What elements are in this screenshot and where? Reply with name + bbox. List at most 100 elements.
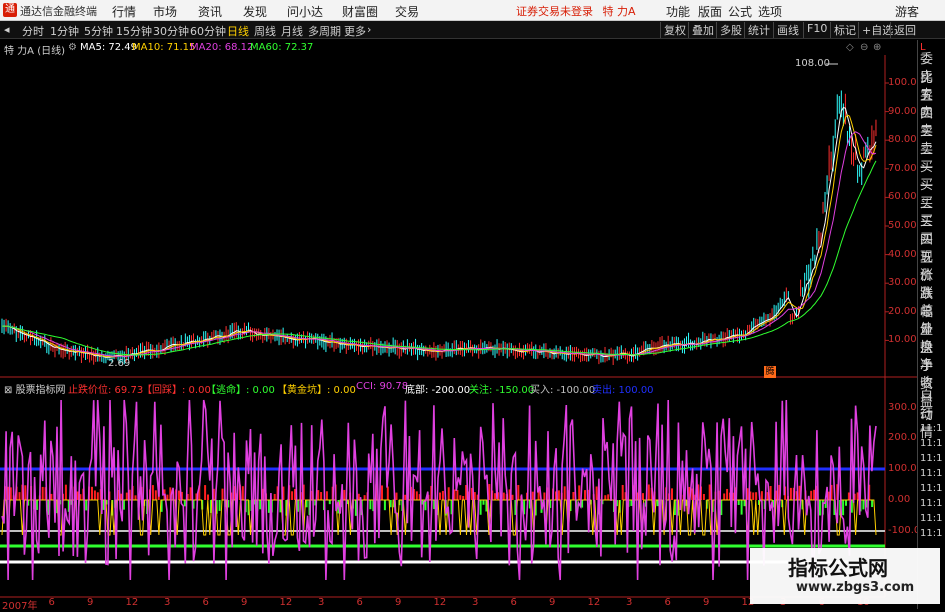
escape-bar (285, 500, 288, 516)
pullback-bar (653, 491, 656, 500)
period-tab-15min[interactable]: 15分钟 (116, 23, 152, 39)
pullback-bar (172, 491, 175, 500)
multi-stock-button[interactable]: 多股 (716, 22, 745, 38)
quote-panel-item[interactable]: 11:1 (920, 513, 942, 524)
pullback-bar (502, 492, 505, 500)
pullback-bar (236, 493, 238, 500)
pullback-bar (511, 494, 514, 500)
period-tab-more[interactable]: 更多 (344, 23, 366, 39)
ind-bottom: 底部: -200.00 (405, 385, 471, 396)
pullback-bar (784, 486, 787, 500)
quote-panel-item[interactable]: 11:1 (920, 483, 942, 494)
f10-button[interactable]: F10 (803, 22, 830, 38)
pullback-bar (44, 487, 47, 500)
period-tab-30min[interactable]: 30分钟 (153, 23, 189, 39)
menu-discover[interactable]: 发现 (243, 3, 267, 20)
period-tab-daily[interactable]: 日线 (227, 23, 249, 39)
pullback-bar (682, 494, 685, 500)
quote-panel-item[interactable]: 11:1 (920, 468, 942, 479)
ma20-value: MA20: 68.12 (190, 42, 254, 53)
period-tab-multi[interactable]: 多周期 (308, 23, 341, 39)
escape-bar (392, 500, 395, 508)
escape-bar (839, 500, 842, 516)
escape-bar (514, 500, 517, 515)
escape-bar (85, 500, 88, 511)
quote-panel-item[interactable]: 11:1 (920, 423, 942, 434)
zoom-in-icon[interactable]: ⊕ (873, 42, 881, 53)
pullback-bar (760, 491, 763, 500)
escape-bar (305, 500, 308, 508)
zoom-out-icon[interactable]: ⊖ (860, 42, 868, 53)
period-toolbar: ◂ 分时 1分钟 5分钟 15分钟 30分钟 60分钟 日线 周线 月线 多周期… (0, 21, 945, 39)
escape-bar (146, 500, 149, 515)
nav-left-icon[interactable]: ◂ (4, 23, 10, 36)
pullback-bar (276, 486, 279, 500)
settings-gear-icon[interactable]: ⚙ (68, 42, 77, 53)
event-marker[interactable]: 腾 (764, 366, 776, 378)
period-tab-intraday[interactable]: 分时 (22, 23, 44, 39)
period-tab-1min[interactable]: 1分钟 (50, 23, 79, 39)
mark-button[interactable]: 标记 (830, 22, 859, 38)
escape-bar (833, 500, 836, 515)
pullback-bar (668, 493, 671, 500)
draw-line-button[interactable]: 画线 (773, 22, 802, 38)
pullback-bar (427, 494, 430, 500)
login-status[interactable]: 证券交易未登录 特 力A (516, 3, 636, 19)
pullback-bar (647, 484, 650, 500)
escape-bar (111, 500, 114, 516)
quote-panel-item[interactable]: 11:1 (920, 498, 942, 509)
ind-pullback: 【回踩】: 0.00 (142, 385, 211, 396)
escape-bar (862, 500, 865, 510)
pullback-bar (508, 489, 511, 500)
indicator-tick-label: 0.00 (888, 494, 911, 505)
menu-formula[interactable]: 公式 (728, 3, 752, 20)
pullback-bar (381, 485, 383, 500)
quote-panel-item[interactable]: 11:1 (920, 453, 942, 464)
period-tab-5min[interactable]: 5分钟 (84, 23, 113, 39)
main-chart-header: 特 力A (日线) ⚙ MA5: 72.49 MA10: 71.15 MA20:… (0, 40, 885, 57)
adjust-button[interactable]: 复权 (660, 22, 689, 38)
back-button[interactable]: 返回 (890, 22, 919, 38)
ma60-line (1, 160, 877, 356)
escape-bar (314, 500, 317, 506)
pullback-bar (186, 493, 189, 500)
menu-trade[interactable]: 交易 (395, 3, 419, 20)
ma60-value: MA60: 72.37 (250, 42, 314, 53)
menu-ask[interactable]: 问小达 (287, 3, 323, 20)
escape-bar (569, 500, 572, 512)
pullback-bar (566, 490, 569, 500)
diamond-icon[interactable]: ◇ (846, 42, 854, 53)
overlay-button[interactable]: 叠加 (688, 22, 717, 38)
high-price-label: 108.00 (795, 58, 830, 69)
pullback-bar (6, 486, 9, 500)
quote-panel-item[interactable]: 11:1 (920, 438, 942, 449)
menu-news[interactable]: 资讯 (198, 3, 222, 20)
menu-quotes[interactable]: 行情 (112, 3, 136, 20)
pullback-bar (395, 492, 398, 500)
kline-chart (0, 55, 945, 598)
menu-options[interactable]: 选项 (758, 3, 782, 20)
time-tick-label: 2007年 (2, 601, 38, 612)
price-tick-label: 10.00 (888, 334, 917, 346)
period-tab-60min[interactable]: 60分钟 (190, 23, 226, 39)
menu-market[interactable]: 市场 (153, 3, 177, 20)
pullback-bar (221, 488, 224, 500)
escape-bar (114, 500, 117, 508)
pullback-bar (717, 490, 720, 500)
quote-panel-item[interactable]: 11:1 (920, 528, 942, 539)
quote-panel-item[interactable]: 行情 (920, 403, 945, 441)
period-tab-weekly[interactable]: 周线 (254, 23, 276, 39)
pullback-bar (288, 485, 291, 500)
pullback-bar (418, 494, 421, 500)
user-label[interactable]: 游客 (895, 3, 919, 20)
pullback-bar (64, 484, 67, 500)
menu-fortune[interactable]: 财富圈 (342, 3, 378, 20)
statistics-button[interactable]: 统计 (744, 22, 773, 38)
menu-layout[interactable]: 版面 (698, 3, 722, 20)
menu-function[interactable]: 功能 (666, 3, 690, 20)
pullback-bar (491, 490, 494, 500)
period-tab-monthly[interactable]: 月线 (281, 23, 303, 39)
escape-bar (601, 500, 604, 505)
indicator-header: ⊠ 股票指标网 止跌价位: 69.73 【回踩】: 0.00 【逃命】: 0.0… (0, 379, 885, 396)
time-tick-label: 3 (318, 597, 325, 608)
